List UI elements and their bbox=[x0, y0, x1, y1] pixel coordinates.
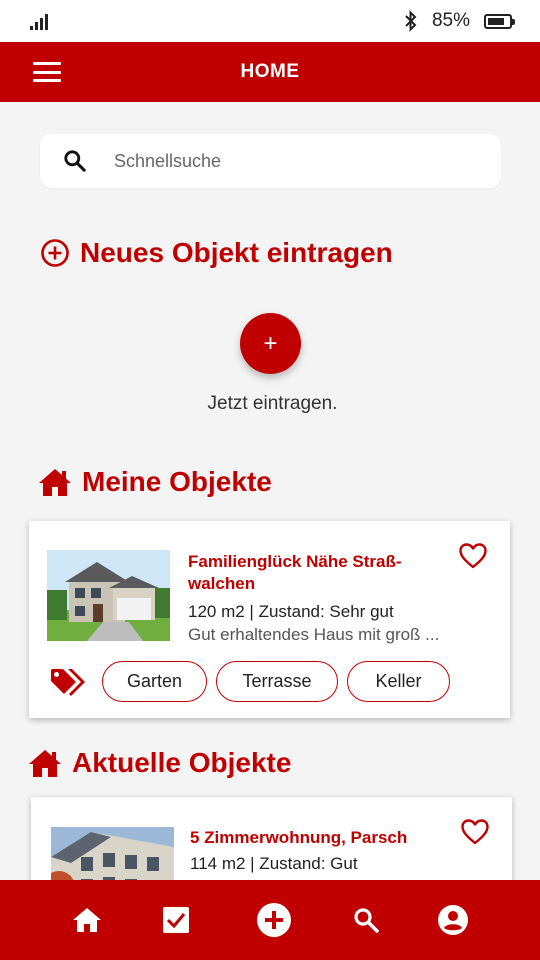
heart-icon[interactable] bbox=[459, 543, 487, 569]
my-objects-title: Meine Objekte bbox=[82, 466, 272, 497]
house-icon bbox=[39, 469, 71, 496]
tag-chip-keller[interactable]: Keller bbox=[347, 661, 450, 702]
object-photo bbox=[47, 550, 170, 641]
current-objects-title: Aktuelle Objekte bbox=[72, 747, 292, 778]
heart-icon[interactable] bbox=[461, 819, 489, 845]
current-objects-heading: Aktuelle Objekte bbox=[28, 747, 291, 779]
search-input[interactable] bbox=[114, 150, 444, 172]
object-card[interactable]: Familienglück Nähe Straß-walchen 120 m2 … bbox=[29, 521, 510, 718]
add-object-button[interactable]: + bbox=[240, 313, 301, 374]
new-object-heading: Neues Objekt eintragen bbox=[40, 237, 393, 269]
search-bar[interactable] bbox=[40, 134, 501, 188]
object-title[interactable]: Familienglück Nähe Straß-walchen bbox=[188, 551, 438, 595]
tag-chip-garten[interactable]: Garten bbox=[102, 661, 207, 702]
tag-chip-terrasse[interactable]: Terrasse bbox=[216, 661, 338, 702]
nav-tasks[interactable] bbox=[158, 902, 194, 938]
add-circle-icon bbox=[257, 903, 291, 937]
home-icon bbox=[73, 908, 101, 932]
add-object-caption: Jetzt eintragen. bbox=[207, 393, 338, 414]
battery-icon bbox=[484, 13, 515, 29]
object-title[interactable]: 5 Zimmerwohnung, Parsch bbox=[190, 827, 450, 849]
nav-add[interactable] bbox=[256, 902, 292, 938]
nav-home[interactable] bbox=[69, 902, 105, 938]
search-icon bbox=[64, 150, 86, 172]
signal-icon bbox=[30, 12, 48, 30]
bluetooth-icon bbox=[405, 10, 417, 32]
object-meta: 114 m2 | Zustand: Gut bbox=[190, 854, 358, 873]
search-icon bbox=[354, 908, 379, 933]
add-circle-outline-icon bbox=[41, 239, 69, 267]
nav-account[interactable] bbox=[435, 902, 471, 938]
my-objects-heading: Meine Objekte bbox=[38, 466, 272, 498]
bottom-navigation bbox=[0, 880, 540, 960]
page-title: HOME bbox=[240, 61, 300, 82]
app-bar: HOME bbox=[0, 42, 540, 102]
status-right: 85% bbox=[404, 10, 515, 32]
new-object-title: Neues Objekt eintragen bbox=[80, 237, 393, 268]
house-icon bbox=[29, 750, 61, 777]
checkbox-icon bbox=[163, 907, 189, 933]
account-icon bbox=[438, 905, 468, 935]
object-meta: 120 m2 | Zustand: Sehr gut bbox=[188, 602, 394, 621]
battery-percent: 85% bbox=[431, 10, 470, 31]
object-description: Gut erhaltendes Haus mit groß ... bbox=[188, 625, 440, 644]
status-bar: 85% bbox=[0, 0, 540, 42]
menu-icon[interactable] bbox=[33, 62, 61, 82]
nav-search[interactable] bbox=[348, 902, 384, 938]
tags-icon bbox=[51, 669, 85, 696]
